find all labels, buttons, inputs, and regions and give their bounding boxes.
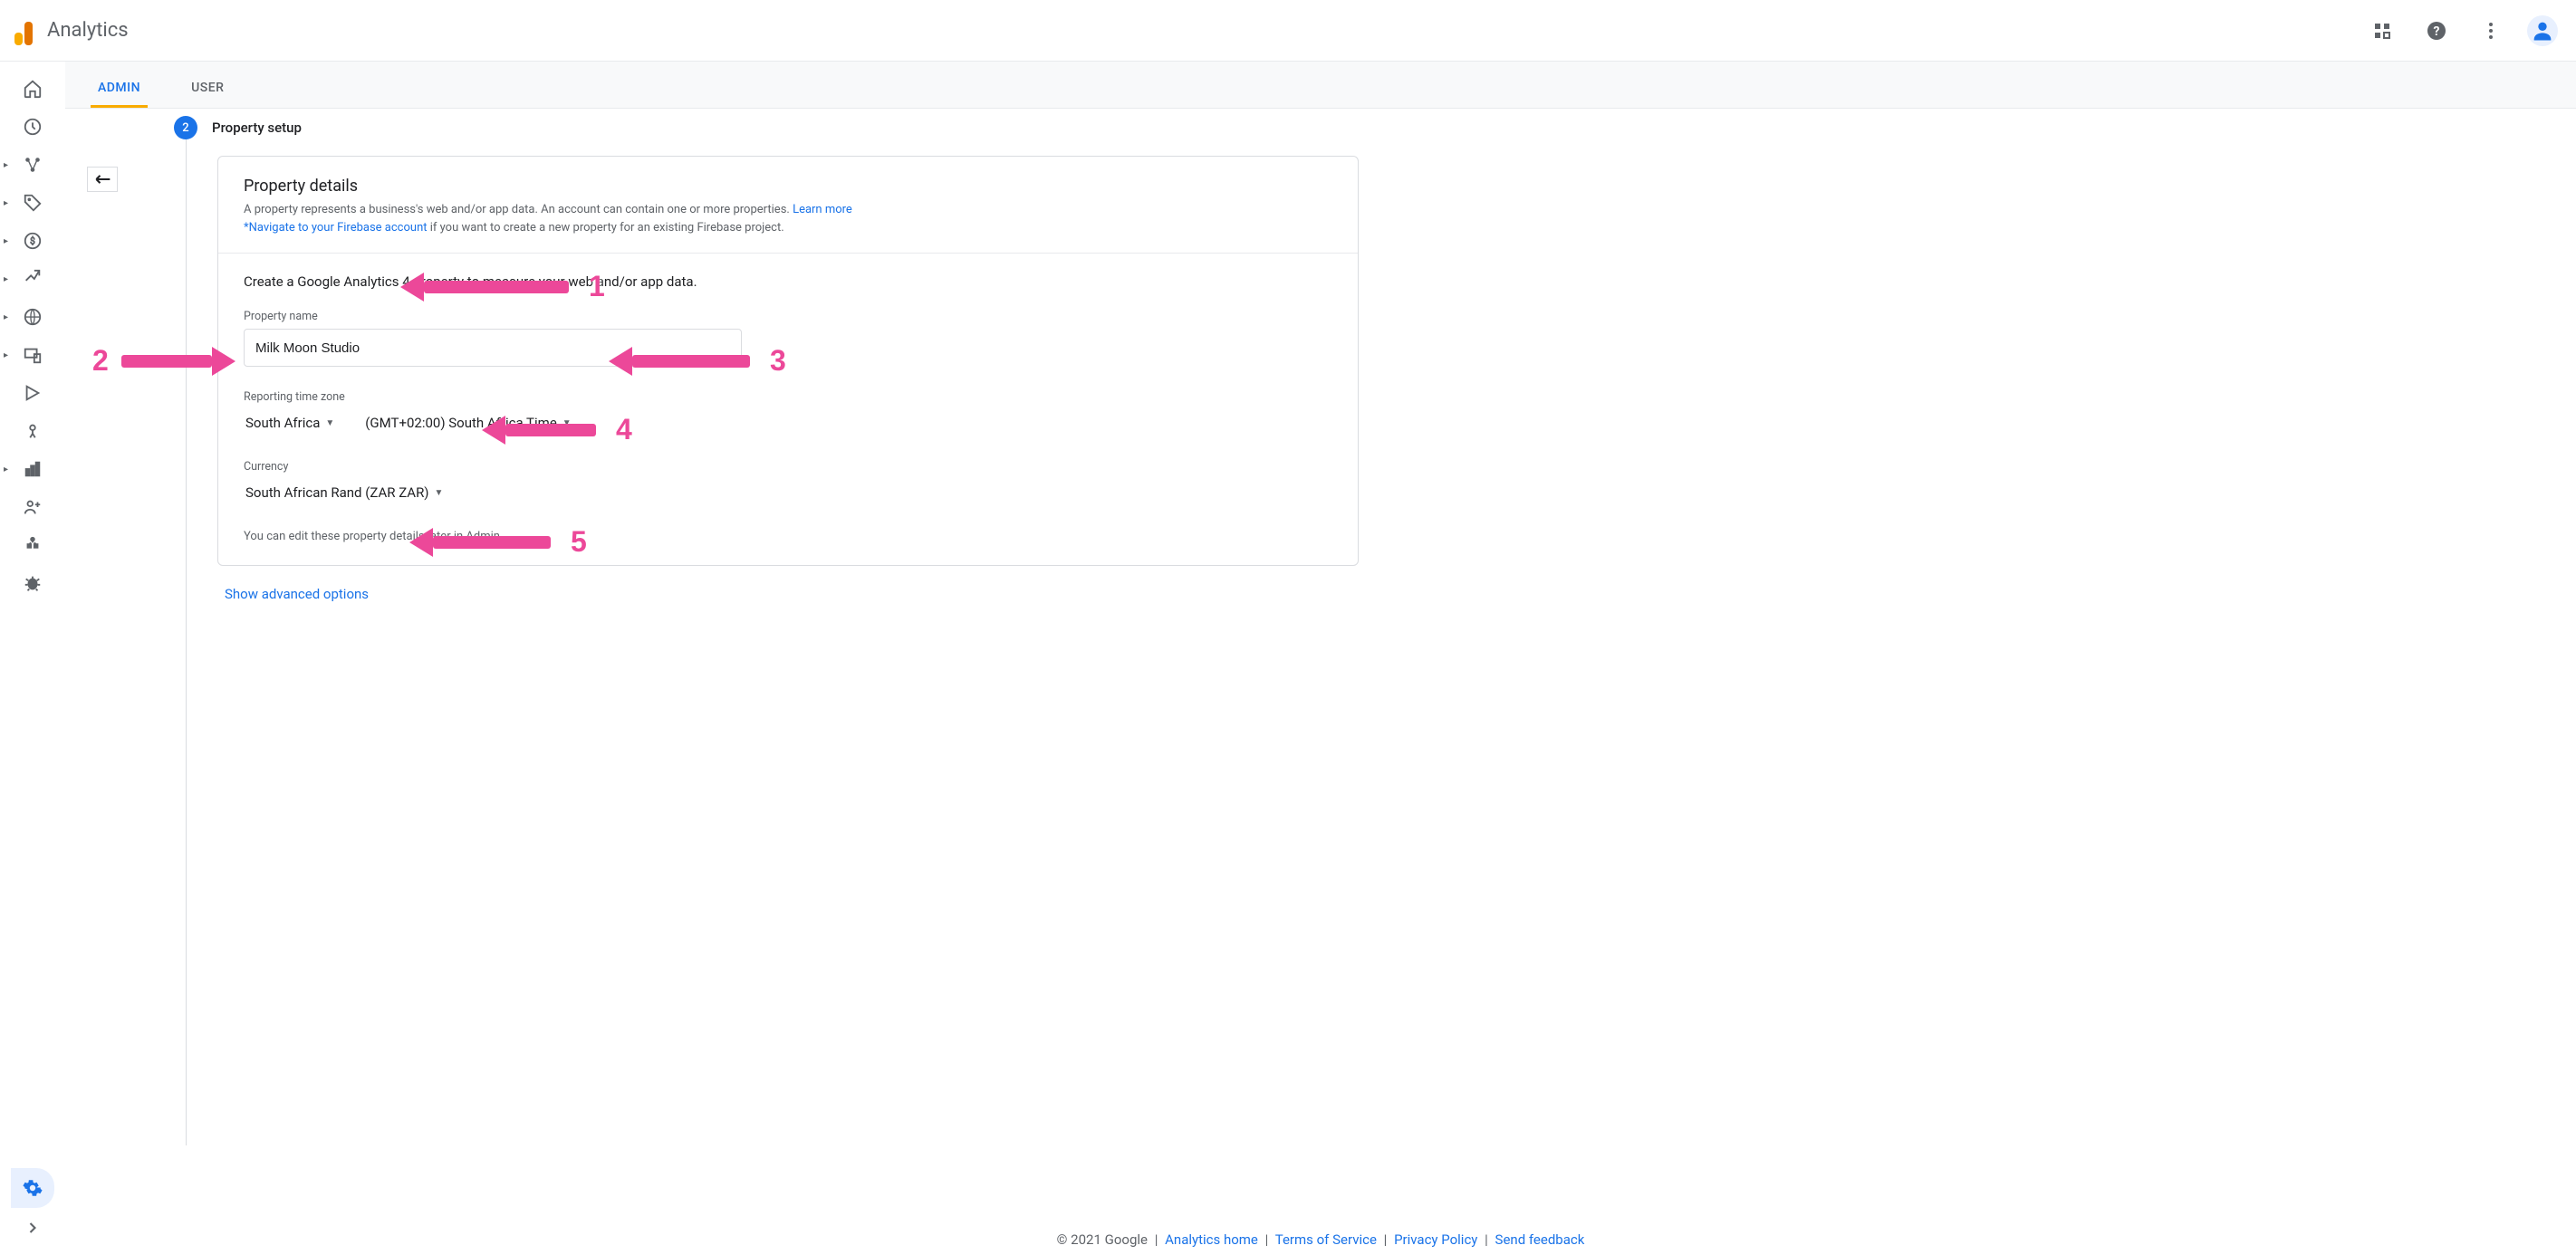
page-footer: © 2021 Google | Analytics home | Terms o… — [65, 1231, 2576, 1248]
timezone-value-select[interactable]: (GMT+02:00) South Africa Time▼ — [363, 409, 572, 436]
content-area: ADMIN USER 2 Property setup Property det… — [65, 62, 2576, 1255]
learn-more-link[interactable]: Learn more — [793, 203, 852, 216]
account-avatar[interactable] — [2527, 15, 2558, 46]
nav-admin[interactable] — [11, 1168, 54, 1208]
firebase-link[interactable]: *Navigate to your Firebase account — [244, 221, 428, 235]
svg-text:?: ? — [2434, 24, 2440, 39]
analytics-logo-icon — [14, 16, 33, 45]
card-description: A property represents a business's web a… — [244, 201, 1332, 236]
nav-audiences[interactable] — [5, 489, 60, 525]
timezone-label: Reporting time zone — [244, 390, 1332, 404]
nav-debug[interactable] — [5, 565, 60, 601]
footer-link-privacy[interactable]: Privacy Policy — [1394, 1231, 1477, 1248]
tab-admin[interactable]: ADMIN — [91, 81, 148, 108]
nav-custom[interactable] — [5, 527, 60, 563]
card-section-title: Property details — [244, 177, 1332, 196]
nav-expand-icon[interactable] — [11, 1208, 54, 1248]
more-vert-icon[interactable] — [2473, 13, 2509, 49]
footer-copyright: © 2021 Google — [1057, 1231, 1148, 1248]
logo[interactable]: Analytics — [14, 16, 129, 45]
nav-monetization[interactable]: ▸ $ — [5, 223, 49, 259]
step-number-badge: 2 — [174, 116, 197, 139]
property-details-card: Property details A property represents a… — [217, 156, 1359, 566]
nav-tech[interactable]: ▸ — [5, 337, 49, 373]
svg-text:$: $ — [30, 235, 35, 247]
property-name-label: Property name — [244, 310, 1332, 323]
help-icon[interactable]: ? — [2418, 13, 2455, 49]
card-intro: Create a Google Analytics 4 property to … — [244, 273, 1332, 290]
step-header: 2 Property setup — [174, 116, 2576, 139]
nav-lifecycle[interactable]: ▸ — [5, 147, 49, 183]
currency-select[interactable]: South African Rand (ZAR ZAR)▼ — [244, 479, 1332, 506]
nav-events[interactable] — [5, 375, 60, 411]
nav-realtime[interactable] — [5, 109, 60, 145]
footer-link-home[interactable]: Analytics home — [1165, 1231, 1258, 1248]
app-header: Analytics ? — [0, 0, 2576, 62]
nav-demographics[interactable]: ▸ — [5, 299, 49, 335]
nav-tags[interactable]: ▸ — [5, 185, 49, 221]
timezone-country-select[interactable]: South Africa▼ — [244, 409, 336, 436]
property-name-input[interactable] — [244, 329, 742, 367]
footer-link-tos[interactable]: Terms of Service — [1275, 1231, 1377, 1248]
back-button[interactable] — [87, 167, 118, 192]
nav-rail: ▸ ▸ ▸ $ ▸ ▸ ▸ ▸ — [0, 62, 65, 1255]
nav-home[interactable] — [5, 71, 60, 107]
nav-conversions[interactable] — [5, 413, 60, 449]
nav-retention[interactable]: ▸ — [5, 261, 49, 297]
edit-note: You can edit these property details late… — [244, 530, 1332, 543]
tab-user[interactable]: USER — [184, 81, 231, 108]
product-name: Analytics — [47, 19, 129, 42]
apps-icon[interactable] — [2364, 13, 2400, 49]
step-title: Property setup — [212, 120, 302, 136]
footer-link-feedback[interactable]: Send feedback — [1495, 1231, 1585, 1248]
currency-label: Currency — [244, 460, 1332, 474]
admin-tabs: ADMIN USER — [65, 62, 2576, 109]
nav-explore[interactable]: ▸ — [5, 451, 49, 487]
show-advanced-options-link[interactable]: Show advanced options — [225, 586, 369, 602]
